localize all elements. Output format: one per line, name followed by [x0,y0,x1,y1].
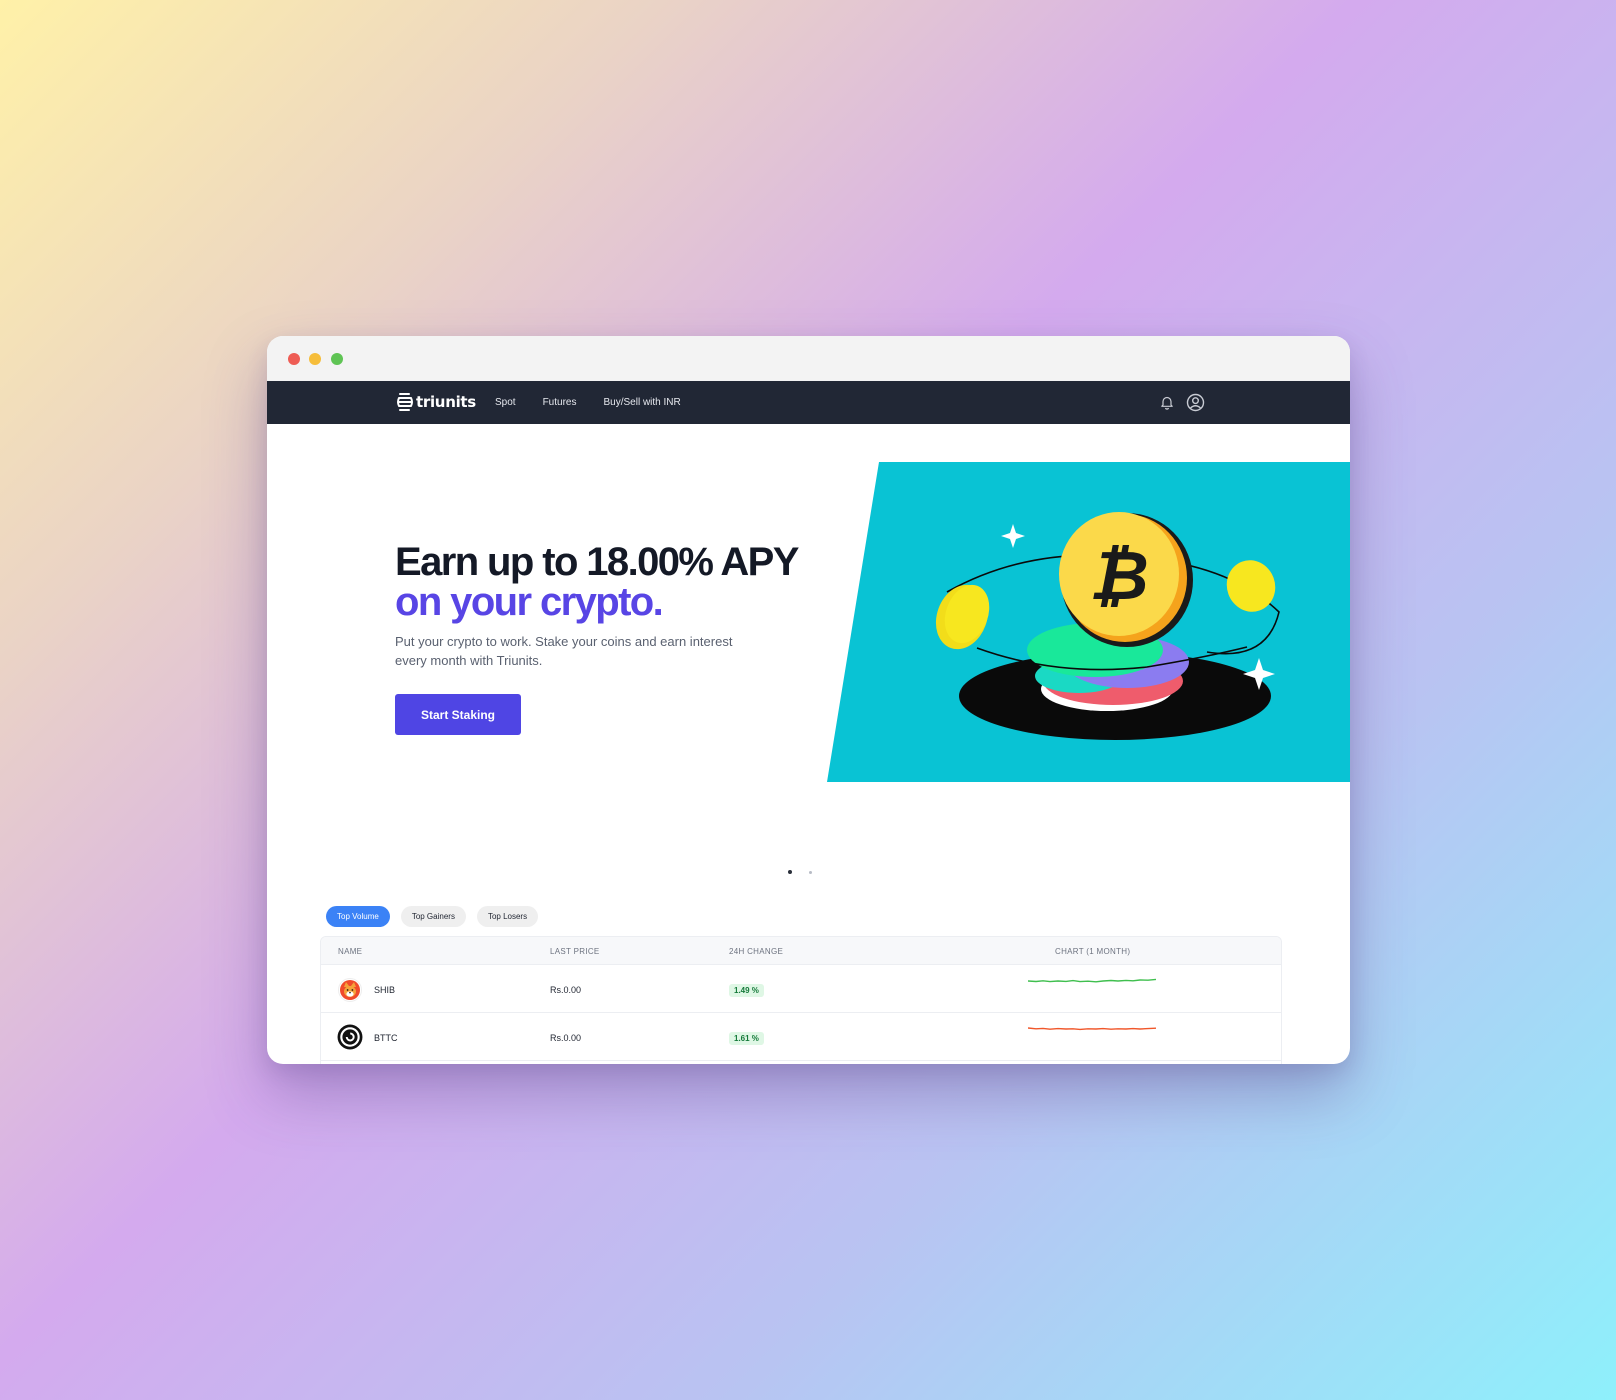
hero-title-line1: Earn up to 18.00% APY [395,540,799,584]
user-circle-icon[interactable] [1186,393,1205,412]
carousel-dot[interactable] [809,871,812,874]
bell-icon[interactable] [1160,395,1174,410]
coin-name: SHIB [374,985,396,995]
staking-banner-illustration: ₿ [827,462,1350,782]
browser-titlebar [267,336,1350,381]
minimize-window-button[interactable] [309,353,321,365]
top-navbar: triunits Spot Futures Buy/Sell with INR [267,381,1350,424]
column-header-chart: CHART (1 MONTH) [1055,947,1131,956]
table-header: NAME LAST PRICE 24H CHANGE CHART (1 MONT… [321,937,1281,965]
brand-logo[interactable]: triunits [396,391,476,413]
last-price: Rs.0.00 [550,985,582,995]
column-header-name[interactable]: NAME [338,947,362,956]
table-row[interactable]: SHIB Rs.0.00 1.49 % [321,965,1281,1013]
sparkline-chart [1028,1027,1157,1031]
hero-section: Earn up to 18.00% APY on your crypto. Pu… [267,424,1350,870]
tab-top-losers[interactable]: Top Losers [476,906,539,927]
start-staking-button[interactable]: Start Staking [395,694,521,735]
triunits-logo-icon [397,393,413,411]
column-header-24h-change[interactable]: 24H CHANGE [729,947,783,956]
hero-subtitle: Put your crypto to work. Stake your coin… [395,634,733,668]
bttc-coin-icon [337,1024,363,1050]
brand-name: triunits [416,393,476,411]
change-badge: 1.61 % [729,1032,764,1045]
nav-link-futures[interactable]: Futures [543,397,577,408]
column-header-last-price[interactable]: LAST PRICE [550,947,600,956]
sparkline-chart [1028,978,1157,983]
nav-link-buy-sell-inr[interactable]: Buy/Sell with INR [603,397,680,408]
market-tabs: Top Volume Top Gainers Top Losers [326,906,549,927]
tab-top-gainers[interactable]: Top Gainers [400,906,466,927]
hero-title-line2: on your crypto. [395,580,664,624]
carousel-dot-active[interactable] [788,870,792,874]
last-price: Rs.0.00 [550,1033,582,1043]
hero-title: Earn up to 18.00% APY on your crypto. [395,540,799,624]
nav-links: Spot Futures Buy/Sell with INR [495,381,708,424]
browser-window: triunits Spot Futures Buy/Sell with INR [267,336,1350,1064]
shib-coin-icon [338,978,362,1002]
tab-top-volume[interactable]: Top Volume [326,906,390,927]
close-window-button[interactable] [288,353,300,365]
nav-link-spot[interactable]: Spot [495,397,516,408]
maximize-window-button[interactable] [331,353,343,365]
change-badge: 1.49 % [729,984,764,997]
bitcoin-symbol: ₿ [1089,537,1149,616]
coin-name: BTTC [374,1033,398,1043]
nav-icons [1148,381,1205,424]
table-row[interactable]: BTTC Rs.0.00 1.61 % [321,1013,1281,1061]
market-table: NAME LAST PRICE 24H CHANGE CHART (1 MONT… [320,936,1282,1064]
